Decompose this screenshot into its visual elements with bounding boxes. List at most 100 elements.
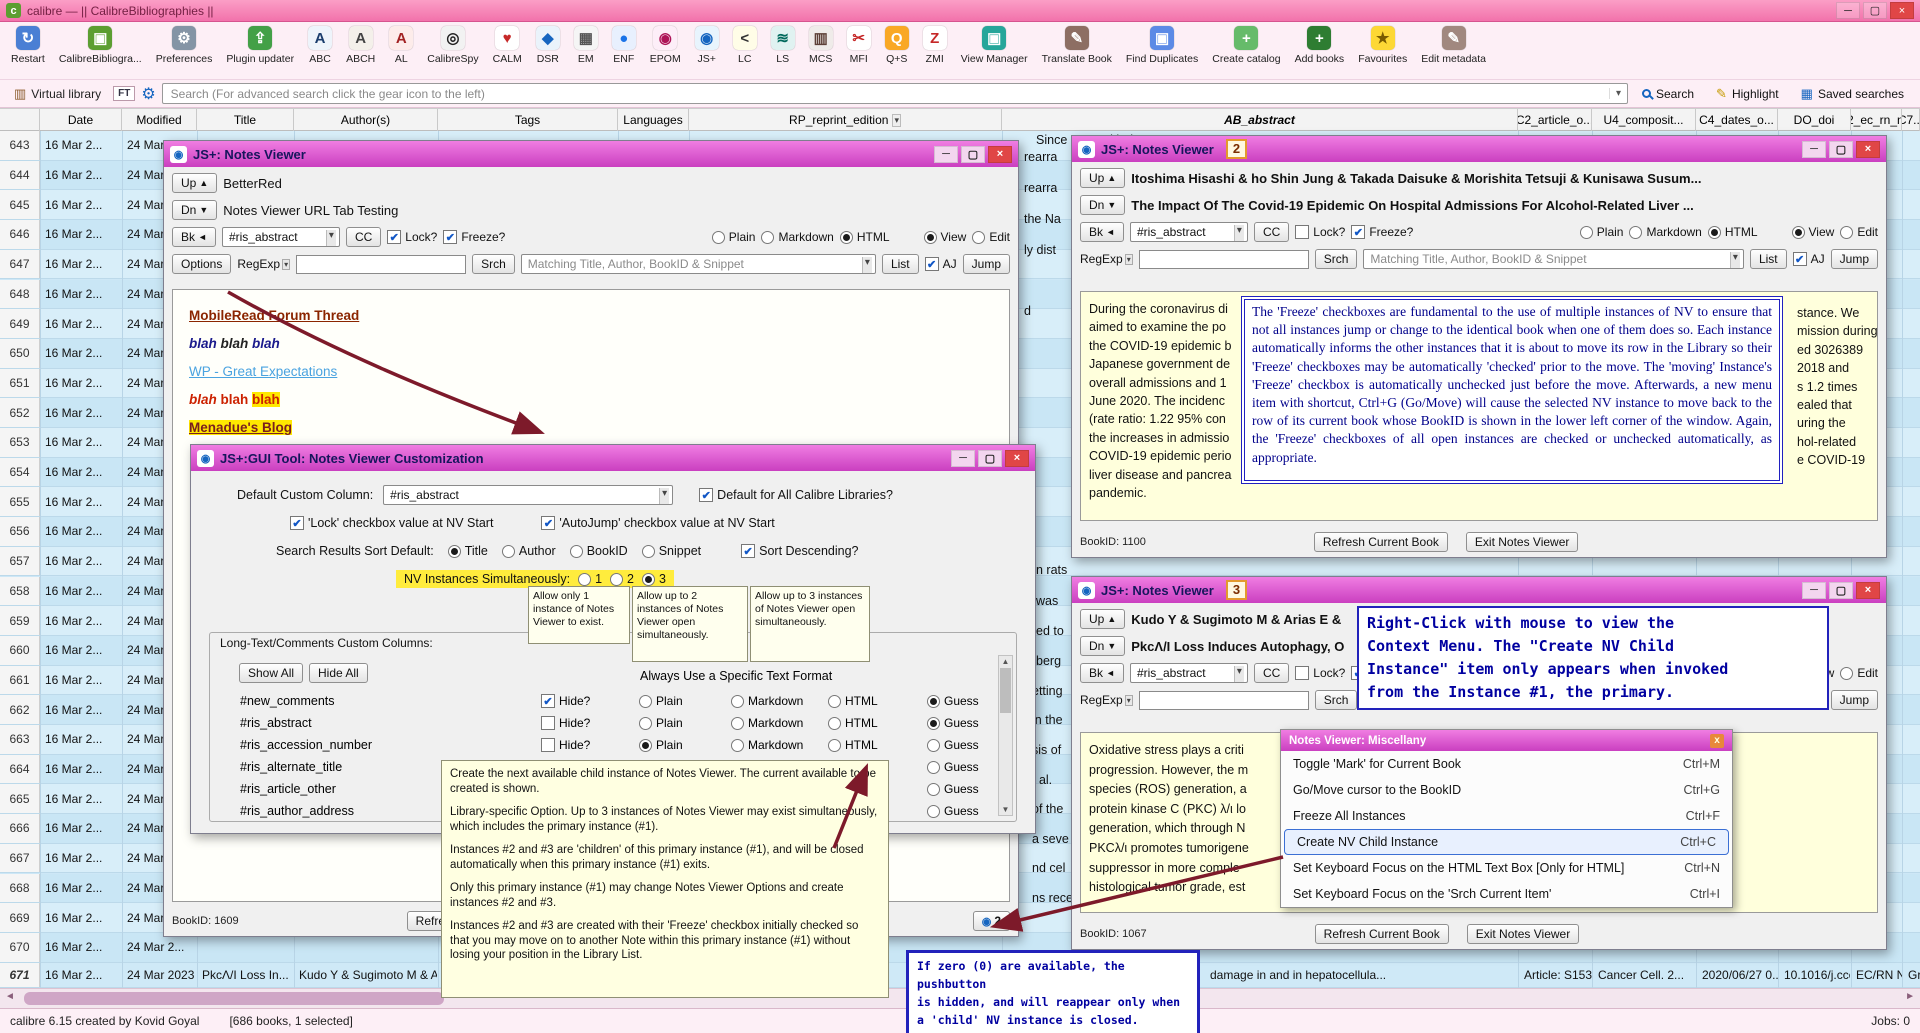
nv1-aj-checkbox[interactable]: AJ <box>925 257 957 271</box>
guess-radio[interactable]: Guess <box>927 716 979 730</box>
toolbar-item-favourites[interactable]: ★Favourites <box>1351 25 1414 66</box>
close-icon[interactable]: × <box>1856 141 1880 158</box>
column-header-do-doi[interactable]: DO_doi <box>1778 109 1851 131</box>
jobs-indicator[interactable]: Jobs: 0 <box>1871 1014 1910 1028</box>
column-header-tags[interactable]: Tags <box>438 109 618 131</box>
plain-radio[interactable]: Plain <box>639 716 683 730</box>
menu-item-create-nv-child-instance[interactable]: Create NV Child InstanceCtrl+C <box>1284 829 1729 855</box>
nv2-back-button[interactable]: Bk◄ <box>1080 222 1124 242</box>
nv1-jump-button[interactable]: Jump <box>963 254 1010 274</box>
plain-radio[interactable]: Plain <box>639 738 683 752</box>
nv2-match-combo[interactable]: Matching Title, Author, BookID & Snippet <box>1363 249 1744 269</box>
toolbar-item-view-manager[interactable]: ▣View Manager <box>954 25 1035 66</box>
nv3-exit-button[interactable]: Exit Notes Viewer <box>1467 924 1579 944</box>
nv3-up-button[interactable]: Up▲ <box>1080 609 1125 629</box>
minimize-icon[interactable]: ─ <box>1802 582 1826 599</box>
toolbar-item-restart[interactable]: ↻Restart <box>4 25 52 66</box>
nv1-content-line[interactable]: MobileRead Forum Thread <box>173 302 1009 330</box>
search-button[interactable]: Search <box>1634 85 1702 103</box>
nv2-note-content[interactable]: During the coronavirus diaimed to examin… <box>1080 291 1878 521</box>
column-header-c4-dates-o[interactable]: C4_dates_o... <box>1696 109 1778 131</box>
nv1-back-button[interactable]: Bk◄ <box>172 227 216 247</box>
toolbar-item-mfi[interactable]: ✂MFI <box>840 25 878 66</box>
lock-at-start-checkbox[interactable]: 'Lock' checkbox value at NV Start <box>290 516 493 530</box>
nv1-list-button[interactable]: List <box>882 254 919 274</box>
column-header-author-s[interactable]: Author(s) <box>294 109 438 131</box>
toolbar-item-add-books[interactable]: +Add books <box>1288 25 1352 66</box>
nv3-lock-checkbox[interactable]: Lock? <box>1295 666 1345 680</box>
nv1-srch-button[interactable]: Srch <box>472 254 515 274</box>
markdown-radio[interactable]: Markdown <box>731 716 803 730</box>
nv1-content-line[interactable]: blah blah blah <box>173 330 1009 358</box>
highlight-button[interactable]: ✎ Highlight <box>1708 84 1787 104</box>
nv1-edit-radio[interactable]: Edit <box>972 230 1010 244</box>
nv1-up-button[interactable]: Up▲ <box>172 173 217 193</box>
nv2-down-button[interactable]: Dn▼ <box>1080 195 1125 215</box>
nv3-srch-button[interactable]: Srch <box>1315 690 1358 710</box>
nv1-freeze-checkbox[interactable]: Freeze? <box>443 230 505 244</box>
scroll-right-icon[interactable]: ► <box>1905 991 1915 1002</box>
guess-radio[interactable]: Guess <box>927 760 979 774</box>
toolbar-item-create-catalog[interactable]: +Create catalog <box>1205 25 1287 66</box>
html-radio[interactable]: HTML <box>828 694 878 708</box>
search-history-chevron-icon[interactable]: ▾ <box>1609 88 1627 99</box>
toolbar-item-zmi[interactable]: ZZMI <box>916 25 954 66</box>
nv1-match-combo[interactable]: Matching Title, Author, BookID & Snippet <box>521 254 876 274</box>
scrollbar-thumb[interactable] <box>24 992 444 1005</box>
nv3-cc-button[interactable]: CC <box>1254 663 1289 683</box>
nv3-regexp-input[interactable] <box>1139 691 1309 710</box>
toolbar-item-dsr[interactable]: ◆DSR <box>529 25 567 66</box>
nv2-markdown-radio[interactable]: Markdown <box>1629 225 1701 239</box>
nv1-content-line[interactable]: blah blah blah <box>173 386 1009 414</box>
menu-item-go-move-cursor-to-the-bookid[interactable]: Go/Move cursor to the BookIDCtrl+G <box>1281 777 1732 803</box>
column-header-u2-ec-rn-n[interactable]: U2_ec_rn_n... <box>1851 109 1902 131</box>
toolbar-item-em[interactable]: ▦EM <box>567 25 605 66</box>
maximize-icon[interactable]: ▢ <box>1829 582 1853 599</box>
toolbar-item-lc[interactable]: <LC <box>726 25 764 66</box>
column-header-u4-composit[interactable]: U4_composit... <box>1592 109 1696 131</box>
nv1-lock-checkbox[interactable]: Lock? <box>387 230 437 244</box>
nv3-down-button[interactable]: Dn▼ <box>1080 636 1125 656</box>
menu-item-set-keyboard-focus-on-the-html-text-box-only-for-html[interactable]: Set Keyboard Focus on the HTML Text Box … <box>1281 855 1732 881</box>
nv1-titlebar[interactable]: ◉ JS+: Notes Viewer ─ ▢ × <box>164 141 1018 167</box>
toolbar-item-al[interactable]: AAL <box>382 25 420 66</box>
maximize-icon[interactable]: ▢ <box>1863 2 1887 19</box>
html-radio[interactable]: HTML <box>828 716 878 730</box>
minimize-icon[interactable]: ─ <box>1836 2 1860 19</box>
virtual-library-button[interactable]: ▥ Virtual library <box>8 84 107 104</box>
toolbar-item-find-duplicates[interactable]: ▣Find Duplicates <box>1119 25 1205 66</box>
nv1-create-child-button[interactable]: ◉ 2 <box>973 911 1010 931</box>
nv2-cc-button[interactable]: CC <box>1254 222 1289 242</box>
nv1-plain-radio[interactable]: Plain <box>712 230 756 244</box>
sort-author-radio[interactable]: Author <box>502 544 556 558</box>
nv3-column-combo[interactable]: #ris_abstract <box>1130 663 1248 683</box>
close-icon[interactable]: × <box>1890 2 1914 19</box>
menu-item-toggle-mark-for-current-book[interactable]: Toggle 'Mark' for Current BookCtrl+M <box>1281 751 1732 777</box>
sort-descending-checkbox[interactable]: Sort Descending? <box>741 544 858 558</box>
column-header-date[interactable]: Date <box>40 109 122 131</box>
nv2-freeze-checkbox[interactable]: Freeze? <box>1351 225 1413 239</box>
hide-checkbox[interactable]: Hide? <box>541 716 590 730</box>
nv2-regexp-input[interactable] <box>1139 250 1309 269</box>
nv1-cc-button[interactable]: CC <box>346 227 381 247</box>
toolbar-item-plugin-updater[interactable]: ⇪Plugin updater <box>219 25 301 66</box>
column-header-rp-reprint-edition[interactable]: RP_reprint_edition▾ <box>689 109 1002 131</box>
close-icon[interactable]: × <box>988 146 1012 163</box>
nv1-down-button[interactable]: Dn▼ <box>172 200 217 220</box>
hide-all-button[interactable]: Hide All <box>309 663 368 683</box>
nv1-content-line[interactable]: Menadue's Blog <box>173 414 1009 442</box>
nv2-lock-checkbox[interactable]: Lock? <box>1295 225 1345 239</box>
guess-radio[interactable]: Guess <box>927 738 979 752</box>
nv1-content-line[interactable]: WP - Great Expectations <box>173 358 1009 386</box>
nv3-refresh-button[interactable]: Refresh Current Book <box>1315 924 1449 944</box>
guess-radio[interactable]: Guess <box>927 694 979 708</box>
show-all-button[interactable]: Show All <box>239 663 303 683</box>
close-icon[interactable]: × <box>1856 582 1880 599</box>
column-header-c2-article-o[interactable]: C2_article_o... <box>1518 109 1592 131</box>
nv2-column-combo[interactable]: #ris_abstract <box>1130 222 1248 242</box>
toolbar-item-preferences[interactable]: ⚙Preferences <box>149 25 220 66</box>
nv2-up-button[interactable]: Up▲ <box>1080 168 1125 188</box>
nv2-refresh-button[interactable]: Refresh Current Book <box>1314 532 1448 552</box>
toolbar-item-epom[interactable]: ◉EPOM <box>643 25 688 66</box>
nv2-srch-button[interactable]: Srch <box>1315 249 1358 269</box>
